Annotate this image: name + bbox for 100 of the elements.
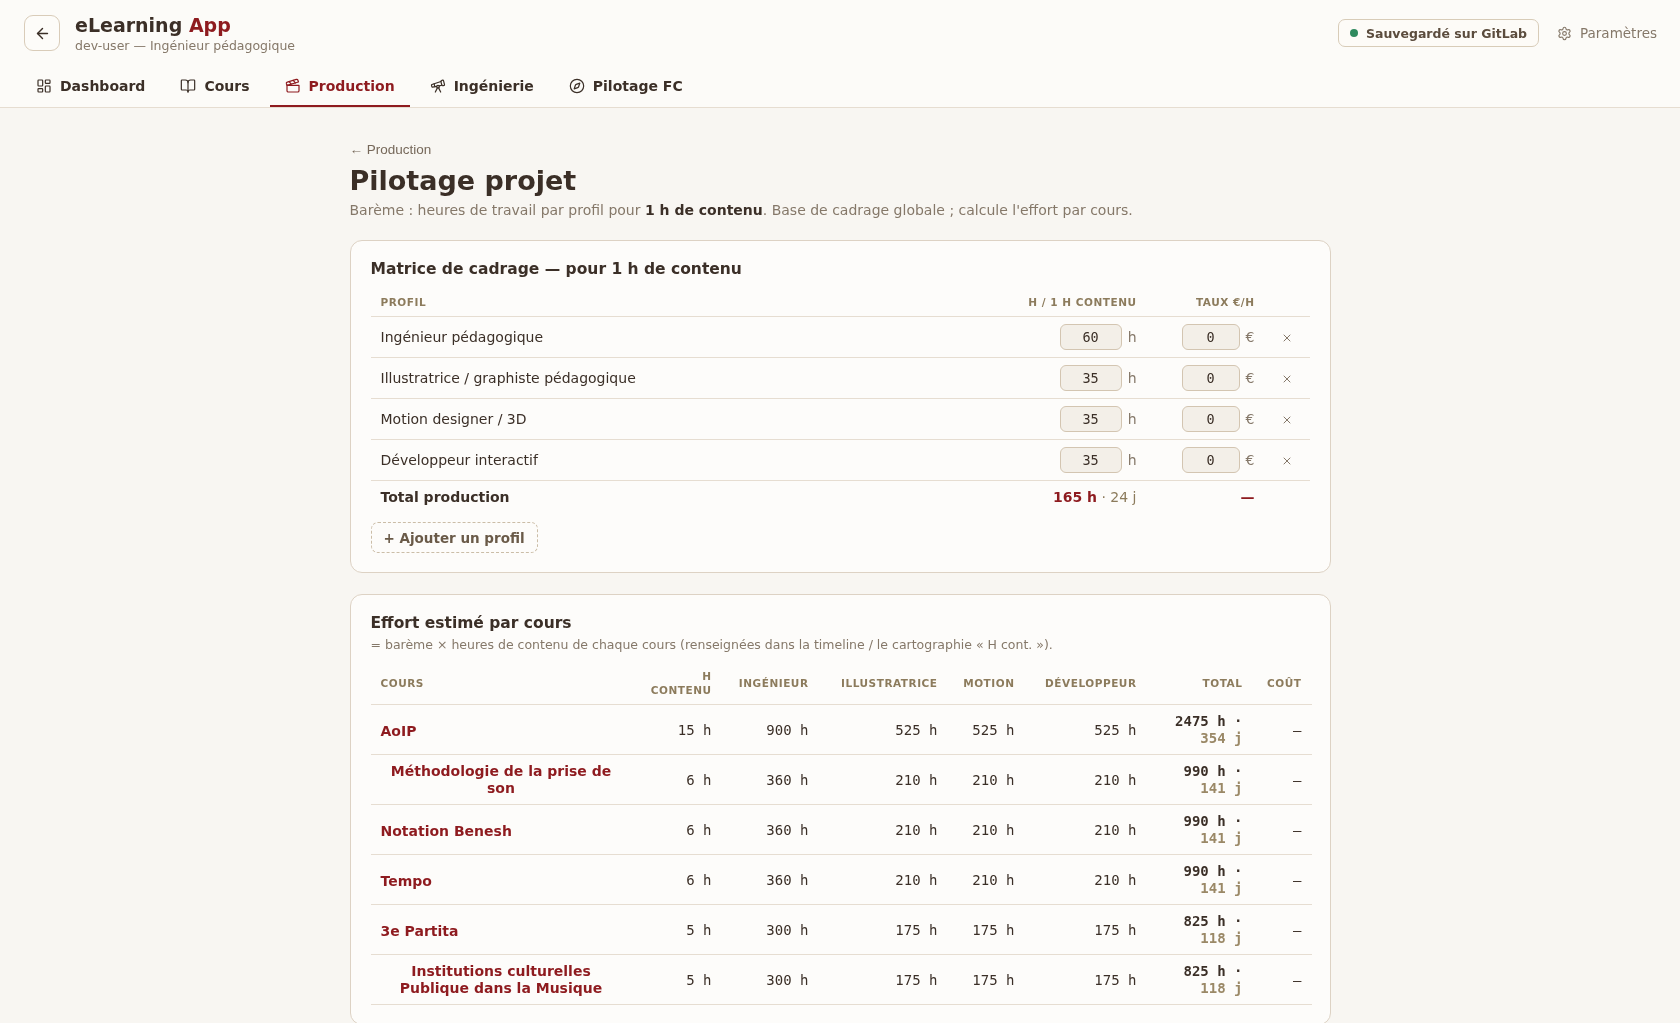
course-link[interactable]: Tempo (380, 872, 432, 890)
table-cell: — (1252, 704, 1312, 755)
nav-tab[interactable]: Production (269, 66, 410, 107)
total-rate: — (1146, 480, 1265, 513)
add-profile-button[interactable]: + Ajouter un profil (370, 522, 538, 553)
user-role: dev-user — Ingénieur pédagogique (75, 36, 296, 54)
table-cell: 15 h (631, 704, 722, 755)
course-link[interactable]: 3e Partita (380, 922, 459, 940)
back-button[interactable] (24, 15, 60, 51)
nav-tab[interactable]: Dashboard (21, 66, 161, 107)
table-cell: 175 h (818, 904, 948, 955)
total-hours: 165 h · 24 j (1016, 480, 1147, 513)
table-cell: 210 h (947, 854, 1025, 905)
telescope-icon (429, 77, 446, 94)
table-cell: 210 h (947, 754, 1025, 805)
table-cell: 5 h (631, 954, 722, 1005)
total-cell: 825 h · 118 j (1146, 954, 1253, 1005)
column-header: H / 1 H CONTENU (1016, 287, 1147, 317)
table-cell: 300 h (721, 904, 819, 955)
column-header: H CONTENU (631, 661, 722, 705)
profile-name: Motion designer / 3D (370, 398, 1017, 440)
course-link[interactable]: Notation Benesh (380, 822, 512, 840)
unit-label: € (1245, 410, 1255, 429)
card-title: Matrice de cadrage — pour 1 h de contenu (370, 259, 743, 280)
table-cell: 210 h (1024, 854, 1147, 905)
nav-tab[interactable]: Cours (165, 66, 265, 107)
unit-label: € (1245, 369, 1255, 388)
unit-label: h (1127, 328, 1137, 347)
settings-link[interactable]: Paramètres (1557, 25, 1657, 41)
hours-input[interactable]: 35 (1059, 365, 1122, 391)
course-link[interactable]: Méthodologie de la prise de son (380, 763, 622, 797)
table-cell: 360 h (721, 854, 819, 905)
total-cell: 825 h · 118 j (1146, 904, 1253, 955)
table-cell: 210 h (1024, 804, 1147, 855)
nav-tab[interactable]: Ingénierie (414, 66, 549, 107)
page-title: Pilotage projet (349, 164, 578, 198)
table-cell: 360 h (721, 754, 819, 805)
app-title: eLearning App (75, 12, 232, 37)
dashboard-icon (36, 77, 52, 94)
table-cell: 900 h (721, 704, 819, 755)
card-note: = barème × heures de contenu de chaque cours (renseignées dans la timeline / le cartographie « H cont. »). (370, 636, 1054, 654)
table-cell: 210 h (818, 754, 948, 805)
table-cell: — (1252, 954, 1312, 1005)
page-description: Barème : heures de travail par profil pour 1 h de contenu. Base de cadrage globale ; calcule l'effort par cours. (349, 201, 1134, 220)
breadcrumb-link[interactable]: ← Production (349, 142, 432, 158)
hours-input[interactable]: 35 (1059, 447, 1122, 473)
clapperboard-icon (284, 77, 301, 94)
book-icon (180, 77, 197, 94)
table-cell: 210 h (947, 804, 1025, 855)
rate-input[interactable]: 0 (1181, 447, 1240, 473)
hours-input[interactable]: 35 (1059, 406, 1122, 432)
table-cell: 175 h (1024, 954, 1147, 1005)
unit-label: € (1245, 451, 1255, 470)
settings-icon (1557, 25, 1572, 41)
table-cell: — (1252, 754, 1312, 805)
compass-icon (568, 77, 585, 94)
table-cell: 175 h (1024, 904, 1147, 955)
table-cell: 360 h (721, 804, 819, 855)
column-header: PROFIL (370, 287, 1017, 317)
total-cell: 990 h · 141 j (1146, 854, 1253, 905)
column-header: TOTAL (1146, 661, 1253, 705)
profile-name: Développeur interactif (370, 439, 1017, 481)
column-header: INGÉNIEUR (721, 661, 819, 705)
total-cell: 990 h · 141 j (1146, 754, 1253, 805)
table-cell: 6 h (631, 854, 722, 905)
table-cell: — (1252, 854, 1312, 905)
table-cell: 6 h (631, 804, 722, 855)
table-cell: 525 h (947, 704, 1025, 755)
table-cell: 210 h (1024, 754, 1147, 805)
total-label: Total production (370, 480, 1017, 513)
profile-name: Ingénieur pédagogique (370, 316, 1017, 358)
hours-input[interactable]: 60 (1059, 324, 1122, 350)
card-title: Effort estimé par cours (370, 613, 573, 634)
rate-input[interactable]: 0 (1181, 365, 1240, 391)
table-cell: 210 h (818, 854, 948, 905)
unit-label: € (1245, 328, 1255, 347)
table-cell: 6 h (631, 754, 722, 805)
unit-label: h (1127, 451, 1137, 470)
table-cell: 175 h (818, 954, 948, 1005)
rate-input[interactable]: 0 (1181, 406, 1240, 432)
column-header: MOTION (947, 661, 1025, 705)
table-cell: 175 h (947, 954, 1025, 1005)
table-cell: 525 h (1024, 704, 1147, 755)
total-cell: 2475 h · 354 j (1146, 704, 1253, 755)
table-cell: — (1252, 904, 1312, 955)
rate-input[interactable]: 0 (1181, 324, 1240, 350)
table-cell: 5 h (631, 904, 722, 955)
course-link[interactable]: Institutions culturelles Publique dans la Musique (380, 963, 622, 997)
table-cell: 210 h (818, 804, 948, 855)
unit-label: h (1127, 369, 1137, 388)
table-cell: 175 h (947, 904, 1025, 955)
table-cell: 300 h (721, 954, 819, 1005)
column-header: COURS (370, 661, 632, 705)
column-header: DÉVELOPPEUR (1024, 661, 1147, 705)
column-header: COÛT (1252, 661, 1312, 705)
column-header: ILLUSTRATRICE (818, 661, 948, 705)
nav-tab[interactable]: Pilotage FC (553, 66, 698, 107)
table-cell: — (1252, 804, 1312, 855)
course-link[interactable]: AoIP (380, 722, 417, 740)
column-header: TAUX €/H (1146, 287, 1265, 317)
